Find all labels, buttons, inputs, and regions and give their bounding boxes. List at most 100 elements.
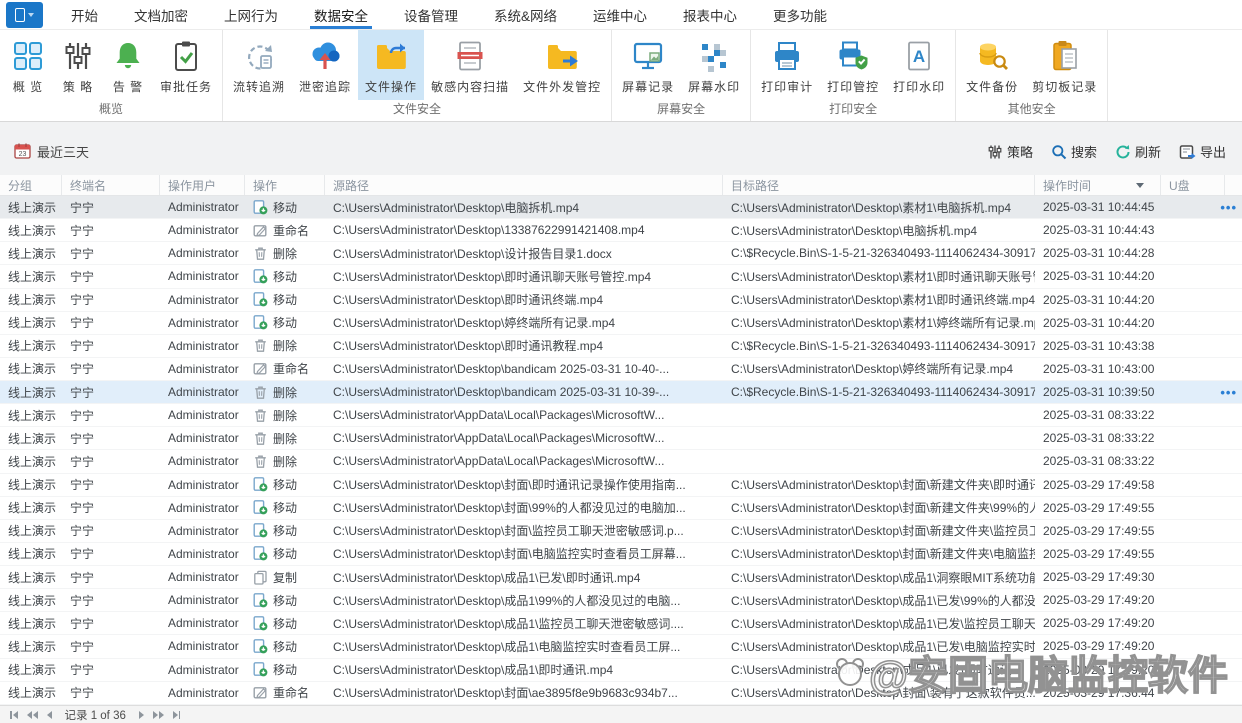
table-row[interactable]: 线上演示 宁宁 Administrator 复制 C:\Users\Administra… [0, 566, 1242, 590]
ribbon-item[interactable]: 屏幕记录 [615, 30, 681, 100]
column-label: 操作 [253, 178, 278, 193]
row-actions-button[interactable]: ••• [1220, 381, 1237, 403]
column-header-terminal[interactable]: 终端名 [62, 175, 160, 195]
cell-time: 2025-03-31 10:43:38 [1043, 338, 1155, 353]
ribbon-item[interactable]: 打印审计 [754, 30, 820, 100]
menu-tab-1[interactable]: 开始 [53, 0, 116, 29]
app-menu-button[interactable] [6, 2, 43, 28]
cell-dst: C:\Users\Administrator\Desktop\成品1\已发\电脑… [731, 639, 1035, 654]
menu-tab-8[interactable]: 报表中心 [665, 0, 755, 29]
table-row[interactable]: 线上演示 宁宁 Administrator 移动 C:\Users\Administra… [0, 288, 1242, 312]
cell-dst: C:\Users\Administrator\Desktop\封面\装有了这款软… [731, 686, 1035, 701]
ribbon-item[interactable]: 剪切板记录 [1025, 30, 1104, 100]
column-header-usb[interactable]: U盘 [1161, 175, 1225, 195]
ribbon-item[interactable]: 文件操作 [358, 30, 425, 100]
table-row[interactable]: 线上演示 宁宁 Administrator 删除 C:\Users\Administra… [0, 334, 1242, 358]
ribbon-item[interactable]: 概 览 [3, 30, 53, 100]
menu-tab-4[interactable]: 数据安全 [296, 0, 386, 29]
ribbon-item[interactable]: 流转追溯 [226, 30, 292, 100]
ribbon-item[interactable]: 策 略 [53, 30, 103, 100]
operation-label: 删除 [273, 454, 298, 469]
column-header-time[interactable]: 操作时间 [1035, 175, 1161, 195]
refresh-button[interactable]: 刷新 [1115, 142, 1161, 161]
table-row[interactable]: 线上演示 宁宁 Administrator 移动 C:\Users\Administra… [0, 635, 1242, 659]
table-row[interactable]: 线上演示 宁宁 Administrator 移动 C:\Users\Administra… [0, 311, 1242, 335]
column-header-dst[interactable]: 目标路径 [723, 175, 1035, 195]
menu-tab-9[interactable]: 更多功能 [755, 0, 845, 29]
table-row[interactable]: 线上演示 宁宁 Administrator 移动 C:\Users\Administra… [0, 658, 1242, 682]
cell-usb [1161, 358, 1225, 380]
sliders-button[interactable]: 策略 [987, 142, 1033, 161]
date-range-filter[interactable]: 23 最近三天 [14, 142, 89, 162]
table-row[interactable]: 线上演示 宁宁 Administrator 移动 C:\Users\Administra… [0, 519, 1242, 543]
ribbon-item[interactable]: 打印管控 [820, 30, 886, 100]
action-label: 搜索 [1070, 145, 1097, 160]
table-row[interactable]: 线上演示 宁宁 Administrator 删除 C:\Users\Administra… [0, 242, 1242, 266]
table-row[interactable]: 线上演示 宁宁 Administrator 移动 C:\Users\Administra… [0, 473, 1242, 497]
cell-op: 删除 [245, 427, 325, 449]
cell-group: 线上演示 [8, 616, 57, 631]
cell-src: C:\Users\Administrator\Desktop\封面\ae3895… [333, 686, 678, 701]
cell-user: Administrator [168, 269, 239, 284]
cell-group: 线上演示 [8, 408, 57, 423]
table-row[interactable]: 线上演示 宁宁 Administrator 移动 C:\Users\Administra… [0, 265, 1242, 289]
cell-terminal: 宁宁 [70, 246, 95, 261]
cell-user: Administrator [168, 616, 239, 631]
column-header-group[interactable]: 分组 [0, 175, 62, 195]
table-row[interactable]: 线上演示 宁宁 Administrator 重命名 C:\Users\Administr… [0, 219, 1242, 243]
last-page-button[interactable] [171, 710, 183, 719]
export-button[interactable]: 导出 [1179, 142, 1226, 161]
prev-page-button[interactable] [45, 710, 54, 719]
table-row[interactable]: 线上演示 宁宁 Administrator 删除 C:\Users\Administra… [0, 427, 1242, 451]
column-label: 操作时间 [1043, 178, 1092, 193]
menu-tab-6[interactable]: 系统&网络 [476, 0, 575, 29]
ribbon-item[interactable]: 告 警 [103, 30, 153, 100]
table-row[interactable]: 线上演示 宁宁 Administrator 移动 C:\Users\Administra… [0, 196, 1242, 220]
next-page-button[interactable] [137, 710, 146, 719]
ribbon-item[interactable]: A 打印水印 [886, 30, 952, 100]
overview-icon [11, 39, 45, 73]
table-row[interactable]: 线上演示 宁宁 Administrator 移动 C:\Users\Administra… [0, 542, 1242, 566]
ribbon-item[interactable]: 文件备份 [959, 30, 1025, 100]
table-row[interactable]: 线上演示 宁宁 Administrator 删除 C:\Users\Administra… [0, 404, 1242, 428]
table-row[interactable]: 线上演示 宁宁 Administrator 删除 C:\Users\Administra… [0, 450, 1242, 474]
cell-group: 线上演示 [8, 293, 57, 308]
ribbon-item[interactable]: 泄密追踪 [292, 30, 358, 100]
table-row[interactable]: 线上演示 宁宁 Administrator 移动 C:\Users\Administra… [0, 612, 1242, 636]
table-row[interactable]: 线上演示 宁宁 Administrator 重命名 C:\Users\Administr… [0, 681, 1242, 705]
ribbon-group-label: 屏幕安全 [657, 102, 706, 116]
menu-tab-2[interactable]: 文档加密 [116, 0, 206, 29]
ribbon-item[interactable]: 审批任务 [153, 30, 219, 100]
menu-tab-7[interactable]: 运维中心 [575, 0, 665, 29]
column-header-user[interactable]: 操作用户 [160, 175, 245, 195]
menu-tab-5[interactable]: 设备管理 [386, 0, 476, 29]
search-button[interactable]: 搜索 [1051, 142, 1097, 161]
move-icon [253, 477, 268, 492]
ribbon-item-label: 审批任务 [160, 80, 213, 94]
next-group-button[interactable] [151, 710, 166, 719]
cell-time: 2025-03-31 08:33:22 [1043, 431, 1155, 446]
column-header-src[interactable]: 源路径 [325, 175, 723, 195]
record-counter: 记录 1 of 36 [64, 709, 126, 722]
table-row[interactable]: 线上演示 宁宁 Administrator 移动 C:\Users\Administra… [0, 589, 1242, 613]
table-row[interactable]: 线上演示 宁宁 Administrator 删除 C:\Users\Administra… [0, 381, 1242, 405]
ribbon-item[interactable]: 文件外发管控 [516, 30, 608, 100]
column-header-op[interactable]: 操作 [245, 175, 325, 195]
ribbon-group-items: 概 览 策 略 告 警 审批任务 [3, 30, 219, 100]
status-bar: 记录 1 of 36 [0, 705, 1242, 723]
ribbon-item[interactable]: 敏感内容扫描 [424, 30, 516, 100]
prev-group-button[interactable] [25, 710, 40, 719]
ribbon-item[interactable]: 屏幕水印 [681, 30, 747, 100]
cell-user: Administrator [168, 315, 239, 330]
menu-tab-3[interactable]: 上网行为 [206, 0, 296, 29]
menu-bar: 开始 文档加密 上网行为 数据安全 设备管理 系统&网络 运维中心 报表中心 更多功能 [0, 0, 1242, 30]
calendar-icon: 23 [14, 142, 31, 162]
ribbon-group-label: 打印安全 [829, 102, 878, 116]
row-actions-button[interactable]: ••• [1220, 196, 1237, 218]
cell-time: 2025-03-29 17:49:20 [1043, 616, 1155, 631]
table-row[interactable]: 线上演示 宁宁 Administrator 移动 C:\Users\Administra… [0, 496, 1242, 520]
cell-src: C:\Users\Administrator\Desktop\bandicam … [333, 385, 670, 400]
first-page-button[interactable] [8, 710, 20, 719]
cell-usb [1161, 404, 1225, 426]
table-row[interactable]: 线上演示 宁宁 Administrator 重命名 C:\Users\Administr… [0, 357, 1242, 381]
